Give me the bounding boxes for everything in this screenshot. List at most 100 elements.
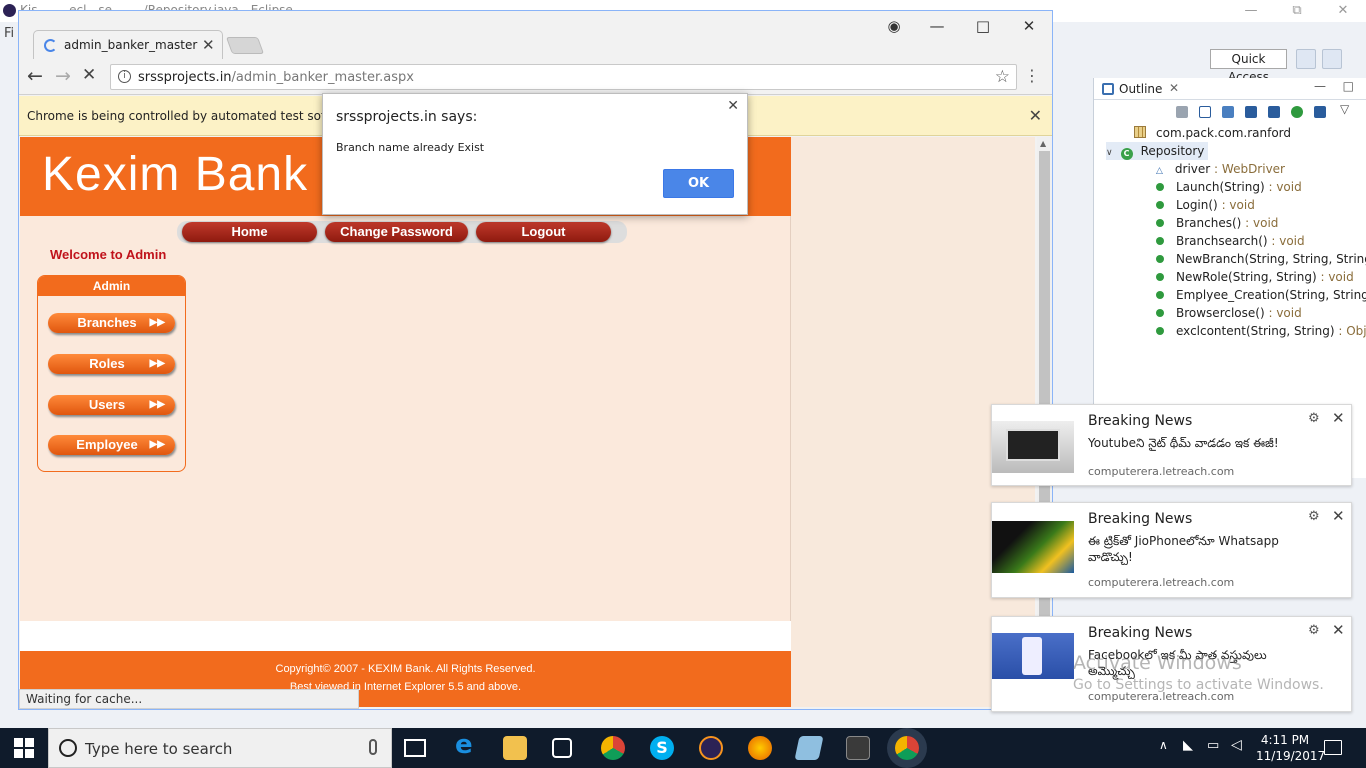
chrome-icon[interactable] (601, 736, 625, 760)
users-button[interactable]: Users ▶▶ (48, 395, 175, 415)
tree-member[interactable]: Branchsearch() : void (1156, 232, 1305, 250)
microphone-icon[interactable] (369, 739, 377, 755)
edge-icon[interactable]: e (455, 730, 479, 760)
address-bar[interactable]: i srssprojects.in/admin_banker_master.as… (110, 64, 1017, 90)
chevron-up-icon[interactable]: ∧ (1159, 738, 1168, 752)
file-explorer-icon[interactable] (503, 736, 527, 760)
hide-static-icon[interactable] (1268, 106, 1280, 118)
profile-icon[interactable]: ◉ (874, 11, 914, 41)
gear-icon[interactable]: ⚙ (1308, 411, 1320, 426)
back-icon[interactable]: ← (27, 65, 43, 87)
gear-icon[interactable]: ⚙ (1308, 509, 1320, 524)
tree-member[interactable]: Emplyee_Creation(String, String, St (1156, 286, 1366, 304)
employee-button[interactable]: Employee ▶▶ (48, 435, 175, 455)
chrome-active-icon[interactable] (895, 736, 919, 760)
taskbar-search[interactable]: Type here to search (48, 728, 392, 768)
battery-icon[interactable]: ▭ (1207, 738, 1219, 753)
tree-member[interactable]: Login() : void (1156, 196, 1255, 214)
notepad-icon[interactable] (794, 736, 824, 760)
package-label: com.pack.com.ranford (1156, 126, 1292, 140)
view-menu-icon[interactable]: ▽ (1340, 102, 1352, 116)
scroll-up-icon[interactable]: ▲ (1040, 139, 1046, 148)
public-method-icon (1156, 255, 1164, 263)
news-thumbnail (992, 633, 1074, 679)
alert-message: Branch name already Exist (336, 141, 485, 154)
close-icon[interactable]: ✕ (1332, 507, 1345, 525)
ok-button[interactable]: OK (663, 169, 734, 198)
tree-member[interactable]: NewBranch(String, String, String, St (1156, 250, 1366, 268)
skype-icon[interactable]: S (650, 736, 674, 760)
windows-start-icon[interactable] (14, 738, 34, 758)
notification-card[interactable]: Breaking News Youtubeని నైట్ థీమ్ వాడడం … (991, 404, 1352, 486)
eclipse-taskbar-icon[interactable] (699, 736, 723, 760)
loading-spinner-icon (44, 39, 57, 52)
tree-member[interactable]: △ driver : WebDriver (1156, 160, 1285, 178)
close-icon[interactable]: ✕ (1332, 621, 1345, 639)
branches-button[interactable]: Branches ▶▶ (48, 313, 175, 333)
search-placeholder: Type here to search (85, 740, 233, 758)
chrome-menu-icon[interactable]: ⋮ (1024, 66, 1040, 85)
outline-tab[interactable]: Outline ✕ — □ (1094, 78, 1366, 100)
action-center-icon[interactable] (1324, 740, 1342, 755)
close-icon[interactable]: ✕ (1169, 81, 1179, 95)
minimize-icon[interactable]: — (1314, 79, 1326, 93)
chevron-down-icon[interactable]: ∨ (1106, 148, 1113, 158)
forward-icon[interactable]: → (55, 65, 71, 87)
network-icon[interactable]: ◣ (1183, 738, 1193, 753)
taskbar-clock[interactable]: 4:11 PM 11/19/2017 (1256, 732, 1325, 764)
tree-class[interactable]: ∨ C Repository (1106, 142, 1209, 160)
minimize-icon[interactable]: — (914, 11, 960, 41)
tree-member[interactable]: NewRole(String, String) : void (1156, 268, 1354, 286)
tree-package[interactable]: com.pack.com.ranford (1134, 124, 1291, 142)
restore-icon[interactable]: ⧉ (1274, 0, 1320, 22)
open-perspective-icon[interactable] (1296, 49, 1316, 69)
minimize-icon[interactable]: — (1228, 0, 1274, 22)
member-type: : void (1267, 234, 1305, 248)
collapse-all-icon[interactable] (1199, 106, 1211, 118)
notification-source: computerera.letreach.com (1088, 576, 1235, 589)
tree-member[interactable]: Browserclose() : void (1156, 304, 1302, 322)
task-view-icon[interactable] (404, 739, 426, 757)
sublime-icon[interactable] (846, 736, 870, 760)
hide-local-types-icon[interactable] (1314, 106, 1326, 118)
close-icon[interactable]: ✕ (1332, 409, 1345, 427)
file-menu[interactable]: Fi (4, 26, 14, 41)
logout-link[interactable]: Logout (476, 222, 611, 242)
tree-member[interactable]: Launch(String) : void (1156, 178, 1302, 196)
status-bubble: Waiting for cache... (19, 689, 359, 709)
gear-icon[interactable]: ⚙ (1308, 623, 1320, 638)
close-icon[interactable]: ✕ (1320, 0, 1366, 22)
quick-access-field[interactable]: Quick Access (1210, 49, 1287, 84)
stop-icon[interactable]: ✕ (82, 65, 96, 85)
home-link[interactable]: Home (182, 222, 317, 242)
hide-nonpublic-icon[interactable] (1291, 106, 1303, 118)
maximize-icon[interactable]: □ (960, 11, 1006, 41)
info-icon[interactable]: i (118, 70, 131, 83)
volume-icon[interactable]: ◁ (1231, 737, 1242, 753)
firefox-icon[interactable] (748, 736, 772, 760)
tree-member[interactable]: exclcontent(String, String) : Object[ (1156, 322, 1366, 340)
close-icon[interactable]: ✕ (727, 98, 739, 114)
maximize-icon[interactable]: □ (1343, 79, 1354, 93)
tree-member[interactable]: Branches() : void (1156, 214, 1278, 232)
change-password-link[interactable]: Change Password (325, 222, 468, 242)
url-text[interactable]: srssprojects.in/admin_banker_master.aspx (138, 70, 414, 85)
member-name: Branches() (1176, 216, 1242, 230)
close-icon[interactable]: ✕ (1006, 11, 1052, 41)
new-tab-button[interactable] (225, 37, 265, 54)
bookmark-star-icon[interactable]: ☆ (995, 67, 1010, 87)
notification-card[interactable]: Breaking News ఈ ట్రిక్‌తో JioPhoneలోనూ W… (991, 502, 1352, 598)
link-icon[interactable] (1176, 106, 1188, 118)
store-icon[interactable] (552, 738, 572, 758)
close-icon[interactable]: ✕ (202, 36, 215, 54)
tab-admin-banker-master[interactable]: admin_banker_master ✕ (33, 30, 223, 59)
roles-button[interactable]: Roles ▶▶ (48, 354, 175, 374)
notification-body: ఈ ట్రిక్‌తో JioPhoneలోనూ Whatsapp వాడొచ్… (1088, 534, 1279, 564)
branches-label: Branches (77, 315, 137, 330)
eclipse-left-strip: Fi (0, 22, 18, 722)
hide-fields-icon[interactable] (1245, 106, 1257, 118)
java-perspective-icon[interactable] (1322, 49, 1342, 69)
close-icon[interactable]: ✕ (1029, 106, 1042, 125)
class-label: Repository (1140, 144, 1205, 158)
sort-icon[interactable] (1222, 106, 1234, 118)
